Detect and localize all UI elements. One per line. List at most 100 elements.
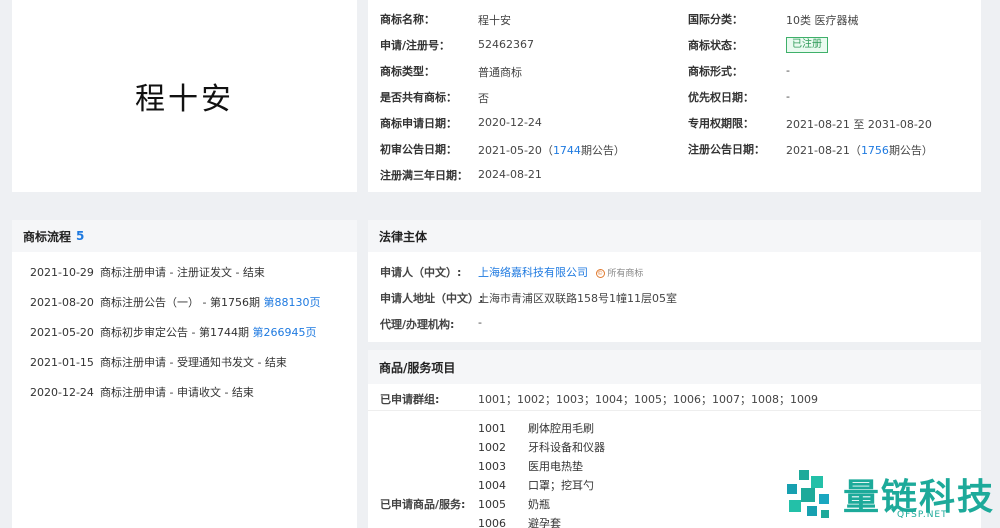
watermark-logo-icon <box>787 470 829 518</box>
flow-item: 2020-12-24 商标注册申请 - 申请收文 - 结束 <box>30 384 254 400</box>
applicant-value-wrap: 上海络嘉科技有限公司 © 所有商标 <box>478 264 643 280</box>
field-priority-value: - <box>786 90 790 103</box>
field-reg-no-label: 申请/注册号： <box>380 39 451 52</box>
address-label: 申请人地址（中文）: <box>380 292 484 305</box>
field-form: 商标形式： <box>688 61 743 81</box>
field-name: 商标名称： <box>380 9 435 29</box>
goods-item: 1001 刷体腔用毛刷 <box>478 420 594 436</box>
trademark-image: 程十安 <box>12 0 357 192</box>
watermark-sub: QFSP.NET <box>897 510 948 520</box>
goods-item-code: 1003 <box>478 460 506 473</box>
goods-item-name: 口罩；挖耳勺 <box>528 479 594 492</box>
field-form-value: - <box>786 64 790 77</box>
field-status: 商标状态： <box>688 35 743 55</box>
flow-title: 商标流程 <box>23 229 72 244</box>
goods-item: 1006 避孕套 <box>478 515 561 528</box>
field-reg-no-value: 52462367 <box>478 38 534 51</box>
legal-entity-panel: 法律主体 申请人（中文）: 上海络嘉科技有限公司 © 所有商标 申请人地址（中文… <box>368 220 981 342</box>
flow-item-text: 商标注册公告（一） - 第1756期 <box>100 296 264 309</box>
prelim-issue-link[interactable]: 1744 <box>553 144 581 157</box>
trademark-image-text: 程十安 <box>135 82 234 117</box>
reg-pub-suffix: 期公告） <box>888 144 933 157</box>
field-prelim: 初审公告日期： <box>380 139 457 159</box>
legal-header: 法律主体 <box>368 220 981 252</box>
goods-title: 商品/服务项目 <box>379 360 456 375</box>
watermark: 量链科技 QFSP.NET <box>779 466 1000 528</box>
applicant-link[interactable]: 上海络嘉科技有限公司 <box>478 266 588 279</box>
goods-item: 1004 口罩；挖耳勺 <box>478 477 594 493</box>
field-priority-label: 优先权日期： <box>688 91 754 104</box>
flow-item-text: 商标注册申请 - 申请收文 - 结束 <box>100 386 254 399</box>
flow-item: 2021-10-29 商标注册申请 - 注册证发文 - 结束 <box>30 264 265 280</box>
reg-pub-issue-link[interactable]: 1756 <box>861 144 889 157</box>
goods-item: 1002 牙科设备和仪器 <box>478 439 605 455</box>
field-status-label: 商标状态： <box>688 39 743 52</box>
goods-divider <box>368 410 981 411</box>
field-name-value: 程十安 <box>478 14 511 27</box>
goods-item-code: 1006 <box>478 517 506 528</box>
field-intl-class: 国际分类： <box>688 9 743 29</box>
groups-label: 已申请群组: <box>380 393 440 406</box>
field-prelim-value: 2021-05-20（1744期公告） <box>478 142 625 158</box>
flow-item: 2021-08-20 商标注册公告（一） - 第1756期 第88130页 <box>30 294 320 310</box>
goods-item-code: 1005 <box>478 498 506 511</box>
field-type-value: 普通商标 <box>478 66 522 79</box>
field-form-label: 商标形式： <box>688 65 743 78</box>
goods-item-name: 刷体腔用毛刷 <box>528 422 594 435</box>
field-three-year-value: 2024-08-21 <box>478 168 542 181</box>
status-badge: 已注册 <box>786 37 828 53</box>
field-intl-class-value: 10类 医疗器械 <box>786 14 859 27</box>
flow-item-text: 商标初步审定公告 - 第1744期 <box>100 326 253 339</box>
field-type-label: 商标类型： <box>380 65 435 78</box>
flow-item-date: 2020-12-24 <box>30 386 94 399</box>
goods-item: 1003 医用电热垫 <box>478 458 583 474</box>
field-three-year-label: 注册满三年日期： <box>380 169 468 182</box>
flow-item-page-link[interactable]: 第266945页 <box>252 326 316 339</box>
owner-tag-label: 所有商标 <box>607 269 644 279</box>
field-shared-value: 否 <box>478 92 489 105</box>
field-shared-label: 是否共有商标： <box>380 91 457 104</box>
flow-item-page-link[interactable]: 第88130页 <box>263 296 320 309</box>
goods-item-name: 避孕套 <box>528 517 561 528</box>
flow-item-date: 2021-05-20 <box>30 326 94 339</box>
trademark-info-panel: 商标名称： 程十安 国际分类： 10类 医疗器械 申请/注册号： 5246236… <box>368 0 981 192</box>
field-name-label: 商标名称： <box>380 13 435 26</box>
field-reg-pub-value: 2021-08-21（1756期公告） <box>786 142 933 158</box>
flow-item-date: 2021-08-20 <box>30 296 94 309</box>
prelim-suffix: 期公告） <box>580 144 625 157</box>
legal-title: 法律主体 <box>379 229 428 244</box>
agent-label: 代理/办理机构: <box>380 318 455 331</box>
reg-pub-date: 2021-08-21（ <box>786 144 861 157</box>
field-intl-class-label: 国际分类： <box>688 13 743 26</box>
flow-item: 2021-01-15 商标注册申请 - 受理通知书发文 - 结束 <box>30 354 287 370</box>
owner-tag[interactable]: © 所有商标 <box>595 269 644 279</box>
field-exclusive-label: 专用权期限： <box>688 117 754 130</box>
owner-tag-icon: © <box>595 269 605 278</box>
trademark-flow-panel: 商标流程 5 2021-10-29 商标注册申请 - 注册证发文 - 结束 2021… <box>12 220 357 528</box>
field-apply-date-label: 商标申请日期： <box>380 117 457 130</box>
field-reg-pub: 注册公告日期： <box>688 139 765 159</box>
field-type: 商标类型： <box>380 61 435 81</box>
groups-value: 1001；1002；1003；1004；1005；1006；1007；1008；… <box>478 393 818 406</box>
flow-item-text: 商标注册申请 - 注册证发文 - 结束 <box>100 266 265 279</box>
field-priority: 优先权日期： <box>688 87 754 107</box>
goods-item-code: 1004 <box>478 479 506 492</box>
flow-header: 商标流程 5 <box>12 220 357 252</box>
goods-item-name: 医用电热垫 <box>528 460 583 473</box>
flow-item-text: 商标注册申请 - 受理通知书发文 - 结束 <box>100 356 287 369</box>
agent-value: - <box>478 316 482 329</box>
applicant-label: 申请人（中文）: <box>380 266 462 279</box>
field-reg-no: 申请/注册号： <box>380 35 450 55</box>
field-three-year: 注册满三年日期： <box>380 165 468 185</box>
items-label: 已申请商品/服务: <box>380 498 466 511</box>
field-apply-date-value: 2020-12-24 <box>478 116 542 129</box>
flow-item-date: 2021-10-29 <box>30 266 94 279</box>
goods-item-code: 1001 <box>478 422 506 435</box>
prelim-date: 2021-05-20（ <box>478 144 553 157</box>
goods-item-name: 奶瓶 <box>528 498 550 511</box>
flow-item-date: 2021-01-15 <box>30 356 94 369</box>
goods-item-code: 1002 <box>478 441 506 454</box>
goods-header: 商品/服务项目 <box>368 350 981 384</box>
field-exclusive-value: 2021-08-21 至 2031-08-20 <box>786 118 932 131</box>
flow-count: 5 <box>76 229 85 243</box>
